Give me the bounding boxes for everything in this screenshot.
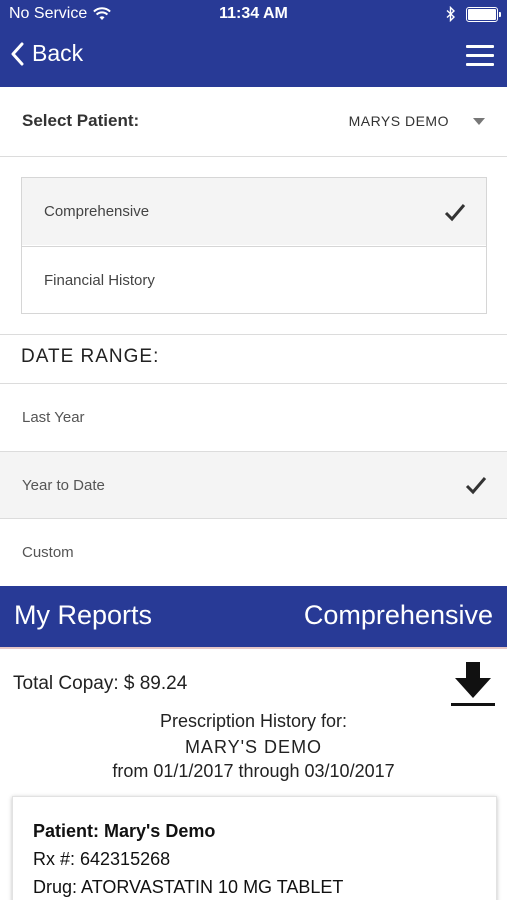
checkmark-icon xyxy=(465,477,487,495)
back-chevron-icon xyxy=(11,42,24,65)
history-patient-name: MARY'S DEMO xyxy=(184,737,323,757)
date-range-label: Last Year xyxy=(22,408,85,426)
total-copay: Total Copay: $ 89.24 xyxy=(13,673,188,694)
select-patient-label: Select Patient: xyxy=(22,111,140,130)
card-patient: Patient: Mary's Demo xyxy=(33,821,216,841)
date-range-label: Year to Date xyxy=(22,476,105,494)
nav-bar: Back xyxy=(0,30,507,87)
report-type-indicator: Comprehensive xyxy=(303,600,493,630)
prescription-card[interactable]: Patient: Mary's Demo Rx #: 642315268 Dru… xyxy=(12,796,497,900)
patient-dropdown-value: MARYS DEMO xyxy=(348,113,449,129)
divider xyxy=(0,334,507,335)
date-range-year-to-date[interactable]: Year to Date xyxy=(0,451,507,518)
download-icon[interactable] xyxy=(449,660,497,708)
card-drug: Drug: ATORVASTATIN 10 MG TABLET xyxy=(33,877,344,897)
date-range-last-year[interactable]: Last Year xyxy=(0,383,507,450)
report-type-label: Financial History xyxy=(44,271,155,289)
date-range-custom[interactable]: Custom xyxy=(0,518,507,585)
select-patient-row: Select Patient: MARYS DEMO xyxy=(0,87,507,157)
dropdown-caret-icon xyxy=(473,117,485,125)
status-right xyxy=(446,6,501,22)
status-time: 11:34 AM xyxy=(219,5,288,22)
checkmark-icon xyxy=(444,203,466,221)
app-header: No Service 11:34 AM Back xyxy=(0,0,507,87)
report-type-label: Comprehensive xyxy=(44,203,150,220)
patient-dropdown[interactable]: MARYS DEMO xyxy=(349,113,485,129)
date-range-label: Custom xyxy=(22,543,74,561)
history-heading: Prescription History for: xyxy=(159,711,348,731)
status-bar: No Service 11:34 AM xyxy=(0,0,507,30)
bluetooth-icon xyxy=(446,6,456,22)
report-type-comprehensive[interactable]: Comprehensive xyxy=(22,178,486,245)
battery-icon xyxy=(466,6,501,22)
report-type-list: Comprehensive Financial History xyxy=(21,177,487,314)
back-label: Back xyxy=(32,40,84,66)
my-reports-bar: My Reports Comprehensive xyxy=(0,586,507,647)
accent-divider xyxy=(0,647,507,649)
my-reports-title: My Reports xyxy=(14,600,153,630)
hamburger-menu-icon[interactable] xyxy=(466,45,494,67)
report-type-financial-history[interactable]: Financial History xyxy=(22,246,486,313)
card-rx-number: Rx #: 642315268 xyxy=(33,849,171,869)
back-button[interactable]: Back xyxy=(10,40,83,67)
history-period: from 01/1/2017 through 03/10/2017 xyxy=(112,761,395,781)
date-range-title: DATE RANGE: xyxy=(21,346,160,367)
